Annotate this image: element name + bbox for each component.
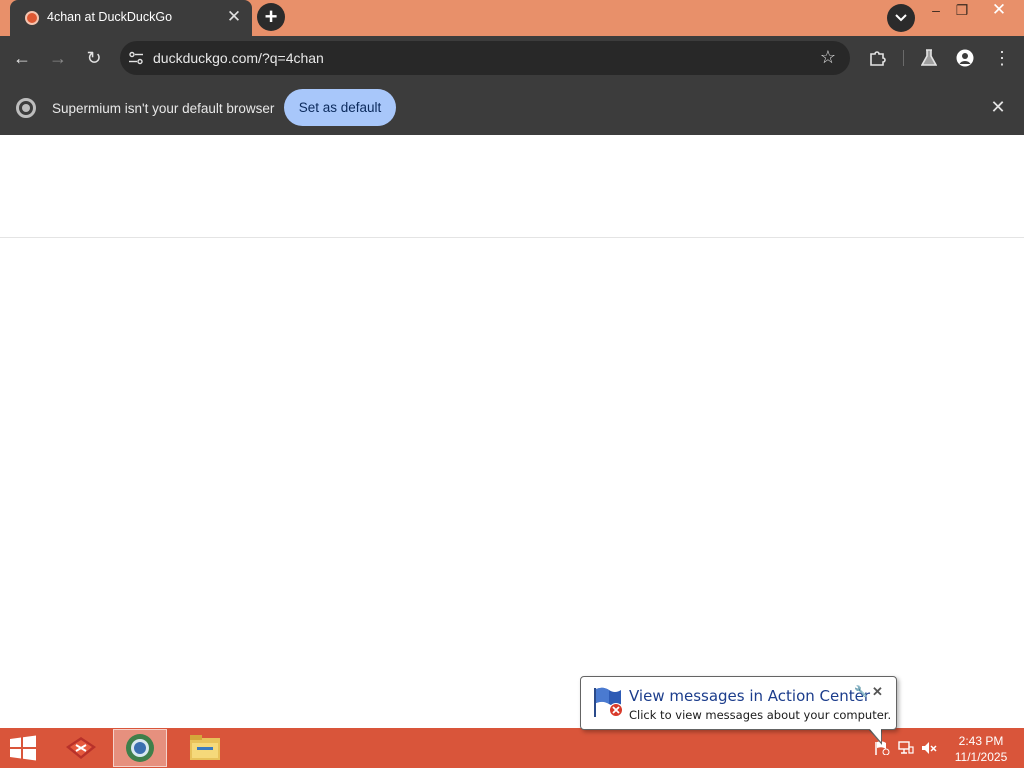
site-info-icon[interactable] [128, 51, 144, 65]
tab-search-button[interactable] [887, 4, 915, 32]
notification-text: Click to view messages about your comput… [629, 708, 892, 722]
clock-date: 11/1/2025 [954, 750, 1008, 764]
profile-icon [956, 49, 974, 67]
taskbar-supermium[interactable] [113, 729, 167, 767]
back-button[interactable]: ← [8, 44, 36, 72]
action-center-notification[interactable]: View messages in Action Center Click to … [580, 676, 897, 730]
url-text[interactable]: duckduckgo.com/?q=4chan [153, 50, 324, 66]
browser-toolbar: ← → ↻ duckduckgo.com/?q=4chan ☆ ⋮ [0, 36, 1024, 80]
set-as-default-button[interactable]: Set as default [284, 89, 396, 126]
volume-muted-icon[interactable] [921, 741, 937, 755]
chevron-down-icon [895, 14, 907, 22]
bookmark-star-icon[interactable]: ☆ [820, 47, 836, 67]
app-icon [66, 737, 96, 759]
address-bar[interactable]: duckduckgo.com/?q=4chan ☆ [120, 41, 850, 75]
labs-button[interactable] [917, 46, 941, 70]
page-content [0, 135, 1024, 728]
file-explorer-icon [190, 735, 220, 760]
browser-menu-button[interactable]: ⋮ [990, 46, 1014, 70]
header-divider [0, 237, 1024, 238]
windows-logo-icon [10, 735, 36, 761]
default-browser-infobar: Supermium isn't your default browser Set… [0, 80, 1024, 135]
toolbar-divider [903, 50, 904, 66]
supermium-logo-icon [16, 98, 36, 118]
duckduckgo-icon [25, 11, 39, 25]
notification-tail-fill [869, 728, 881, 742]
new-tab-button[interactable]: + [257, 3, 285, 31]
network-icon[interactable] [898, 741, 914, 755]
close-window-button[interactable]: ✕ [982, 0, 1016, 22]
infobar-message: Supermium isn't your default browser [52, 101, 275, 116]
notification-close-button[interactable]: ✕ [872, 684, 883, 700]
action-center-flag-icon [594, 687, 623, 717]
tab-title: 4chan at DuckDuckGo [47, 10, 173, 24]
taskbar-file-explorer[interactable] [177, 729, 231, 767]
restore-button[interactable]: ❐ [947, 0, 977, 22]
puzzle-icon [870, 51, 886, 66]
flask-icon [920, 49, 938, 66]
taskbar-app-1[interactable] [54, 729, 108, 767]
extensions-button[interactable] [865, 46, 889, 70]
notification-title[interactable]: View messages in Action Center [629, 687, 870, 705]
title-bar: 4chan at DuckDuckGo ✕ + – ❐ ✕ [0, 0, 1024, 36]
tab-duckduckgo[interactable]: 4chan at DuckDuckGo ✕ [10, 0, 252, 36]
reload-button[interactable]: ↻ [80, 44, 108, 72]
forward-button[interactable]: → [44, 44, 72, 72]
infobar-close-button[interactable]: ✕ [988, 97, 1008, 117]
system-clock[interactable]: 2:43 PM 11/1/2025 [948, 733, 1014, 765]
clock-time: 2:43 PM [958, 734, 1004, 748]
start-button[interactable] [8, 735, 38, 761]
wrench-icon[interactable]: 🔧 [854, 685, 868, 698]
supermium-icon [126, 734, 154, 762]
profile-button[interactable] [953, 46, 977, 70]
tab-close-button[interactable]: ✕ [226, 8, 242, 25]
